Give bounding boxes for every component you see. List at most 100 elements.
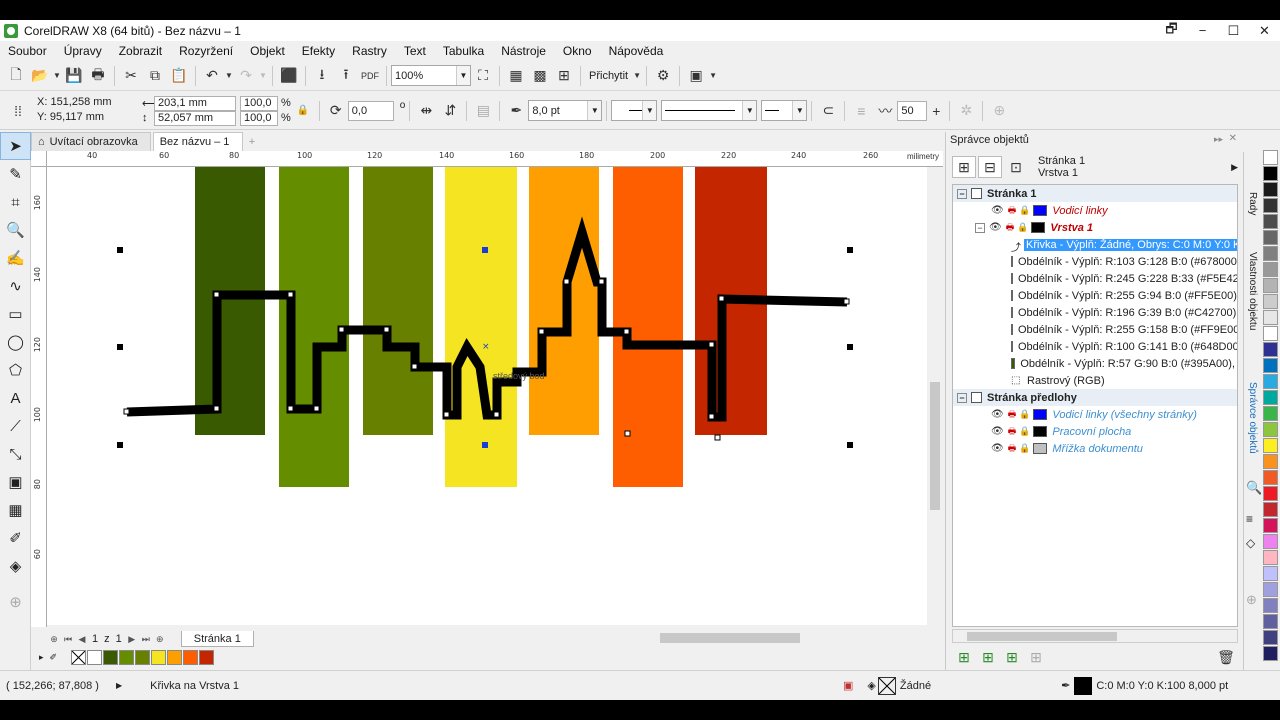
smoothing-field[interactable]: 50 [897,100,928,121]
scale-x-field[interactable]: 100,0 [240,95,278,111]
palette-swatch[interactable] [1263,598,1278,613]
rotation-field[interactable]: 0,0 [347,100,394,121]
last-page-icon[interactable]: ⏭ [139,632,153,646]
chevron-down-icon[interactable]: ▼ [587,101,602,120]
cut-icon[interactable]: ✂ [119,65,143,87]
collapse-icon[interactable]: − [975,222,985,233]
pdf-export-icon[interactable]: PDF [358,65,382,87]
add-page-before-icon[interactable]: ⊕ [47,632,61,646]
chevron-down-icon[interactable]: ▼ [52,65,62,87]
visibility-eye-icon[interactable]: 👁 [991,205,1004,216]
tree-row-guides[interactable]: 👁 🖶 🔒 Vodicí linky [953,202,1237,219]
width-field[interactable]: 203,1 mm [154,95,236,111]
transparency-icon[interactable]: ▦ [0,496,31,524]
new-master-layer-odd-icon[interactable]: ⊞ [1000,646,1024,668]
menu-text[interactable]: Text [404,44,426,58]
menu-rastry[interactable]: Rastry [352,44,387,58]
docker-menu-arrow-icon[interactable]: ▶ [1231,162,1238,173]
y-position-field[interactable]: Y: 95,117 mm [34,111,128,126]
docker-expand-icon[interactable]: ▸▸ [1214,134,1223,145]
chevron-down-icon[interactable]: ▼ [792,101,807,120]
visibility-eye-icon[interactable]: 👁 [991,426,1004,437]
ellipse-tool-icon[interactable]: ◯ [0,328,31,356]
layer-color-swatch[interactable] [1033,409,1048,420]
palette-swatch[interactable] [1263,342,1278,357]
restore-help-icon[interactable]: 🗗 [1156,20,1187,41]
palette-swatch[interactable] [1263,582,1278,597]
edit-across-layers-icon[interactable]: ⊡ [1004,156,1028,178]
horizontal-scroll-thumb[interactable] [660,633,800,643]
chevron-down-icon[interactable]: ▼ [258,65,268,87]
artistic-media-icon[interactable]: ∿ [0,272,31,300]
chevron-down-icon[interactable]: ▼ [224,65,234,87]
search-content-icon[interactable]: ⬛ [277,65,301,87]
eyedropper-small-icon[interactable]: ✐ [50,652,58,663]
nodes-icon[interactable]: ✲ [954,100,978,122]
paste-icon[interactable]: 📋 [167,65,191,87]
show-rulers-icon[interactable]: ▦ [504,65,528,87]
show-grid-icon[interactable]: ▩ [528,65,552,87]
printable-icon[interactable]: 🖶 [1006,220,1015,236]
add-tool-icon[interactable]: ⊕ [0,588,31,616]
delete-icon[interactable]: 🗑 [1214,646,1238,668]
palette-swatch[interactable] [1263,278,1278,293]
palette-swatch[interactable] [1263,550,1278,565]
palette-swatch[interactable] [1263,502,1278,517]
lock-ratio-icon[interactable]: 🔒 [291,100,315,122]
fill-none-swatch[interactable] [877,676,896,695]
palette-swatch[interactable] [1263,422,1278,437]
palette-swatch[interactable] [1263,294,1278,309]
outline-color-swatch[interactable] [1074,676,1093,695]
save-icon[interactable]: 💾 [62,65,86,87]
menu-soubor[interactable]: Soubor [8,44,47,58]
mirror-horizontal-icon[interactable]: ⇹ [414,100,438,122]
status-arrow-icon[interactable]: ▶ [116,681,122,690]
palette-swatch[interactable] [1263,534,1278,549]
dimension-tool-icon[interactable]: ⟋ [0,412,31,440]
tree-row-rect[interactable]: Obdélník - Výplň: R:255 G:94 B:0 (#FF5E0… [953,287,1237,304]
copy-icon[interactable]: ⧉ [143,65,167,87]
chevron-down-icon[interactable]: ▼ [742,101,757,120]
close-curve-icon[interactable]: ⊂ [816,100,840,122]
palette-swatch[interactable] [1263,518,1278,533]
pick-tool-icon[interactable]: ➤ [0,132,31,160]
vertical-scrollbar[interactable] [927,167,943,627]
tree-row-rect[interactable]: Obdélník - Výplň: R:57 G:90 B:0 (#395A00… [953,355,1237,372]
shape-tool-icon[interactable]: ✎ [0,160,31,188]
zoom-combo[interactable]: 100% ▼ [391,65,471,86]
palette-swatch[interactable] [1263,406,1278,421]
wrap-text-icon[interactable]: ▤ [471,100,495,122]
horizontal-ruler[interactable]: 40 60 80 100 120 140 160 180 200 220 240… [47,151,943,167]
connector-tool-icon[interactable]: ⤡ [0,440,31,468]
first-page-icon[interactable]: ⏮ [61,632,75,646]
menu-efekty[interactable]: Efekty [302,44,335,58]
doc-swatch[interactable] [151,649,167,665]
chevron-down-icon[interactable]: ▼ [456,66,470,85]
palette-swatch[interactable] [1263,566,1278,581]
tree-row-rect[interactable]: Obdélník - Výplň: R:255 G:158 B:0 (#FF9E… [953,321,1237,338]
outline-width-combo[interactable]: 8,0 pt ▼ [528,100,603,121]
printable-icon[interactable]: 🖶 [1008,203,1017,219]
doc-swatch[interactable] [199,649,215,665]
printable-icon[interactable]: 🖶 [1008,424,1017,440]
doc-swatch[interactable] [87,649,103,665]
layer-color-swatch[interactable] [1031,222,1046,233]
printable-icon[interactable]: 🖶 [1008,407,1017,423]
palette-swatch[interactable] [1263,198,1278,213]
palette-arrow-icon[interactable]: ▸ [39,652,44,663]
horizontal-scrollbar[interactable] [500,631,920,645]
menu-nastroje[interactable]: Nástroje [501,44,546,58]
printable-icon[interactable]: 🖶 [1008,441,1017,457]
tree-row-rect[interactable]: Obdélník - Výplň: R:103 G:128 B:0 (#6780… [953,253,1237,270]
doc-swatch[interactable] [167,649,183,665]
vertical-ruler[interactable]: 160 140 120 100 80 60 [31,167,47,627]
rect-395a00[interactable] [195,167,265,435]
palette-swatch[interactable] [1263,230,1278,245]
doc-swatch[interactable] [183,649,199,665]
freehand-tool-icon[interactable]: ✍ [0,244,31,272]
open-icon[interactable]: 📂 [28,65,52,87]
tree-horizontal-scrollbar[interactable] [952,629,1238,643]
lock-icon[interactable]: 🔒 [1019,205,1030,216]
palette-swatch[interactable] [1263,310,1278,325]
lock-icon[interactable]: 🔒 [1019,443,1030,454]
